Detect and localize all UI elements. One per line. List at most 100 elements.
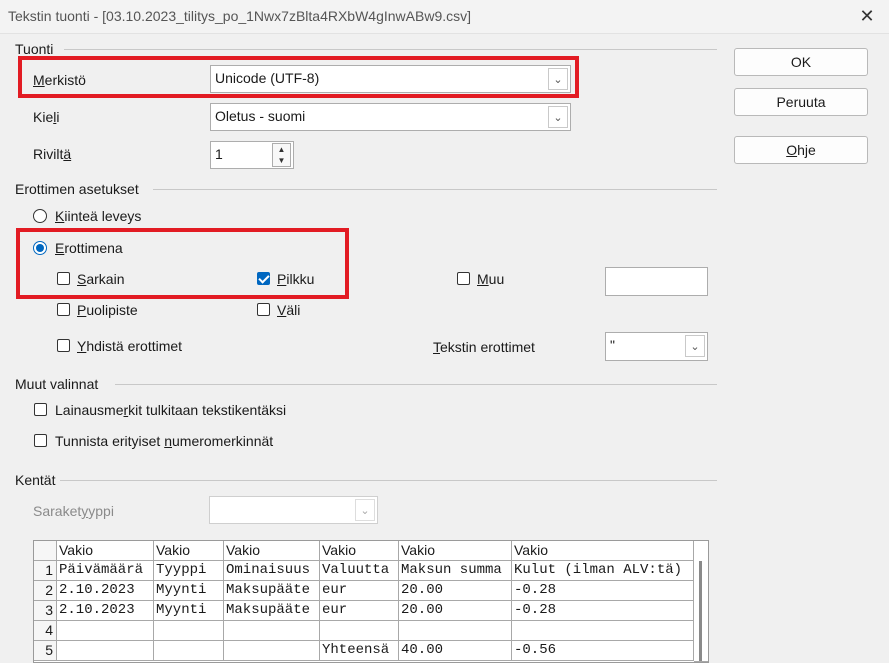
tab-checkbox[interactable] (57, 272, 70, 285)
column-header[interactable]: Vakio (399, 541, 512, 561)
table-cell (57, 641, 154, 661)
string-delimiter-select[interactable]: " ⌄ (605, 332, 708, 361)
comma-checkbox[interactable] (257, 272, 270, 285)
merge-label[interactable]: Yhdistä erottimet (77, 338, 182, 354)
table-cell: Päivämäärä (57, 561, 154, 581)
table-cell (224, 641, 320, 661)
window-title: Tekstin tuonti - [03.10.2023_tilitys_po_… (8, 8, 472, 24)
from-row-label: Riviltä (33, 146, 72, 162)
table-cell (224, 621, 320, 641)
table-cell: eur (320, 601, 399, 621)
chevron-down-icon[interactable]: ⌄ (355, 499, 375, 521)
table-cell (154, 641, 224, 661)
charset-value: Unicode (UTF-8) (215, 70, 320, 86)
separated-label[interactable]: Erottimena (55, 240, 123, 256)
other-separator-input[interactable] (605, 267, 708, 296)
row-number: 1 (34, 561, 57, 581)
table-cell (154, 621, 224, 641)
space-checkbox[interactable] (257, 303, 270, 316)
column-header[interactable]: Vakio (57, 541, 154, 561)
highlight-separator (16, 228, 349, 299)
fixed-width-radio[interactable] (33, 209, 47, 223)
row-number: 5 (34, 641, 57, 661)
table-cell: eur (320, 581, 399, 601)
from-row-value: 1 (215, 146, 223, 162)
vertical-scrollbar[interactable] (694, 541, 708, 662)
charset-label-text: erkistö (44, 72, 86, 88)
table-cell: Myynti (154, 581, 224, 601)
language-value: Oletus - suomi (215, 108, 306, 124)
table-cell: 20.00 (399, 581, 512, 601)
chevron-down-icon[interactable]: ⌄ (548, 68, 568, 90)
title-bar: Tekstin tuonti - [03.10.2023_tilitys_po_… (0, 0, 889, 34)
row-number: 2 (34, 581, 57, 601)
table-cell: 2.10.2023 (57, 581, 154, 601)
language-select[interactable]: Oletus - suomi ⌄ (210, 103, 571, 131)
detect-special-label[interactable]: Tunnista erityiset numeromerkinnät (55, 433, 273, 449)
table-cell (399, 621, 512, 641)
table-cell: Tyyppi (154, 561, 224, 581)
table-cell: Maksun summa (399, 561, 512, 581)
section-divider (64, 49, 717, 50)
table-cell (512, 621, 694, 641)
spin-buttons[interactable]: ▲ ▼ (272, 143, 291, 167)
chevron-down-icon[interactable]: ⌄ (685, 335, 705, 357)
space-label[interactable]: Väli (277, 302, 300, 318)
close-icon[interactable]: ✕ (855, 5, 879, 27)
section-other-options-title: Muut valinnat (15, 376, 99, 392)
table-cell: Yhteensä (320, 641, 399, 661)
semicolon-label[interactable]: Puolipiste (77, 302, 138, 318)
language-label: Kieli (33, 109, 60, 125)
table-cell: -0.28 (512, 601, 694, 621)
row-number: 4 (34, 621, 57, 641)
string-delimiter-value: " (610, 337, 615, 353)
table-cell: Kulut (ilman ALV:tä) (512, 561, 694, 581)
help-button[interactable]: Ohje (734, 136, 868, 164)
table-cell: 20.00 (399, 601, 512, 621)
section-divider (115, 384, 717, 385)
table-cell: Maksupääte (224, 601, 320, 621)
table-cell (57, 621, 154, 641)
spin-down-icon[interactable]: ▼ (273, 155, 290, 166)
charset-select[interactable]: Unicode (UTF-8) ⌄ (210, 65, 571, 93)
from-row-spinbox[interactable]: 1 ▲ ▼ (210, 141, 294, 169)
separated-radio[interactable] (33, 241, 47, 255)
table-cell: Maksupääte (224, 581, 320, 601)
table-cell: -0.56 (512, 641, 694, 661)
column-type-select[interactable]: ⌄ (209, 496, 378, 524)
row-number: 3 (34, 601, 57, 621)
cancel-button[interactable]: Peruuta (734, 88, 868, 116)
other-checkbox[interactable] (457, 272, 470, 285)
section-import-title: Tuonti (15, 41, 54, 57)
detect-special-checkbox[interactable] (34, 434, 47, 447)
quoted-as-text-label[interactable]: Lainausmerkit tulkitaan tekstikentäksi (55, 402, 286, 418)
semicolon-checkbox[interactable] (57, 303, 70, 316)
table-cell: 40.00 (399, 641, 512, 661)
table-cell: Ominaisuus (224, 561, 320, 581)
column-header[interactable]: Vakio (224, 541, 320, 561)
spin-up-icon[interactable]: ▲ (273, 144, 290, 155)
other-label[interactable]: Muu (477, 271, 504, 287)
section-separator-title: Erottimen asetukset (15, 181, 139, 197)
string-delimiter-label: Tekstin erottimet (433, 339, 535, 355)
column-type-label: Saraketyyppi (33, 503, 114, 519)
merge-checkbox[interactable] (57, 339, 70, 352)
fixed-width-label[interactable]: Kiinteä leveys (55, 208, 141, 224)
column-header[interactable]: Vakio (512, 541, 694, 561)
section-fields-title: Kentät (15, 472, 56, 488)
chevron-down-icon[interactable]: ⌄ (548, 106, 568, 128)
scrollbar-thumb[interactable] (699, 561, 702, 661)
charset-label: Merkistö (33, 72, 86, 88)
table-cell (320, 621, 399, 641)
table-cell: Myynti (154, 601, 224, 621)
ok-button[interactable]: OK (734, 48, 868, 76)
tab-label[interactable]: Sarkain (77, 271, 124, 287)
quoted-as-text-checkbox[interactable] (34, 403, 47, 416)
table-cell: 2.10.2023 (57, 601, 154, 621)
table-cell: -0.28 (512, 581, 694, 601)
column-header[interactable]: Vakio (320, 541, 399, 561)
column-header[interactable]: Vakio (154, 541, 224, 561)
table-corner (34, 541, 57, 561)
comma-label[interactable]: Pilkku (277, 271, 314, 287)
preview-table[interactable]: Vakio Vakio Vakio Vakio Vakio Vakio 1 Päivämäär… (33, 540, 709, 663)
